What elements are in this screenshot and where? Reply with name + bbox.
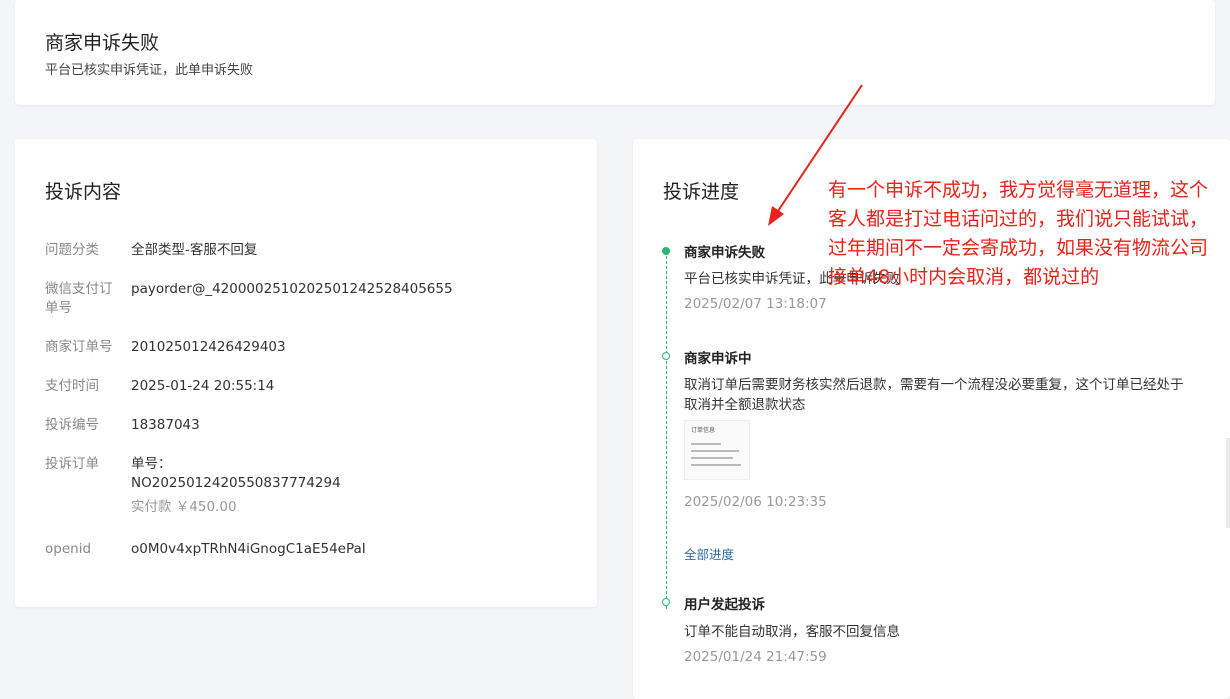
timeline-title-2: 商家申诉中 — [684, 351, 752, 367]
complaint-order-prefix: 单号： — [131, 456, 172, 472]
complaint-section-title: 投诉内容 — [45, 181, 122, 203]
evidence-thumbnail[interactable]: 订单信息 — [684, 420, 750, 480]
merchant-order-label: 商家订单号 — [45, 339, 113, 355]
openid-value: o0M0v4xpTRhN4iGnogC1aE54ePaI — [131, 541, 366, 557]
wechat-order-label: 微信支付订单号 — [45, 281, 113, 316]
pay-time-value: 2025-01-24 20:55:14 — [131, 378, 275, 394]
timeline-dot-current — [662, 247, 670, 255]
timeline-title-1: 商家申诉失败 — [684, 245, 765, 261]
progress-section-title: 投诉进度 — [663, 181, 740, 203]
merchant-order-value: 201025012426429403 — [131, 339, 286, 355]
timeline-desc-2: 取消订单后需要财务核实然后退款，需要有一个流程没必要重复，这个订单已经处于取消并… — [684, 377, 1184, 413]
all-progress-link[interactable]: 全部进度 — [684, 544, 734, 563]
openid-label: openid — [45, 541, 92, 557]
category-label: 问题分类 — [45, 242, 99, 258]
status-title: 商家申诉失败 — [45, 32, 160, 54]
complaint-content-card: 投诉内容 问题分类 全部类型-客服不回复 微信支付订单号 payorder@_4… — [15, 139, 597, 607]
timeline-time-2: 2025/02/06 10:23:35 — [684, 494, 827, 510]
timeline-time-3: 2025/01/24 21:47:59 — [684, 649, 827, 665]
scroll-edge — [1226, 438, 1230, 528]
timeline-title-3: 用户发起投诉 — [684, 597, 765, 613]
timeline-line — [666, 251, 667, 609]
complaint-order-number: NO2025012420550837774294 — [131, 475, 341, 491]
pay-time-label: 支付时间 — [45, 378, 99, 394]
timeline-dot — [662, 352, 670, 360]
paid-amount: 实付款 ￥450.00 — [131, 499, 237, 515]
complaint-no-value: 18387043 — [131, 417, 200, 433]
timeline-time-1: 2025/02/07 13:18:07 — [684, 296, 827, 312]
category-value: 全部类型-客服不回复 — [131, 242, 258, 258]
complaint-no-label: 投诉编号 — [45, 417, 99, 433]
status-card: 商家申诉失败 平台已核实申诉凭证，此单申诉失败 — [15, 0, 1215, 105]
complaint-order-value: 单号： NO2025012420550837774294 实付款 ￥450.00 — [131, 455, 581, 517]
timeline-dot — [662, 598, 670, 606]
status-description: 平台已核实申诉凭证，此单申诉失败 — [45, 63, 254, 78]
thumbnail-caption: 订单信息 — [691, 427, 716, 434]
annotation-text: 有一个申诉不成功，我方觉得毫无道理，这个客人都是打过电话问过的，我们说只能试试，… — [828, 179, 1209, 288]
timeline-desc-3: 订单不能自动取消，客服不回复信息 — [684, 624, 900, 640]
wechat-order-value: payorder@_4200002510202501242528405655 — [131, 281, 453, 297]
complaint-order-label: 投诉订单 — [45, 456, 99, 472]
